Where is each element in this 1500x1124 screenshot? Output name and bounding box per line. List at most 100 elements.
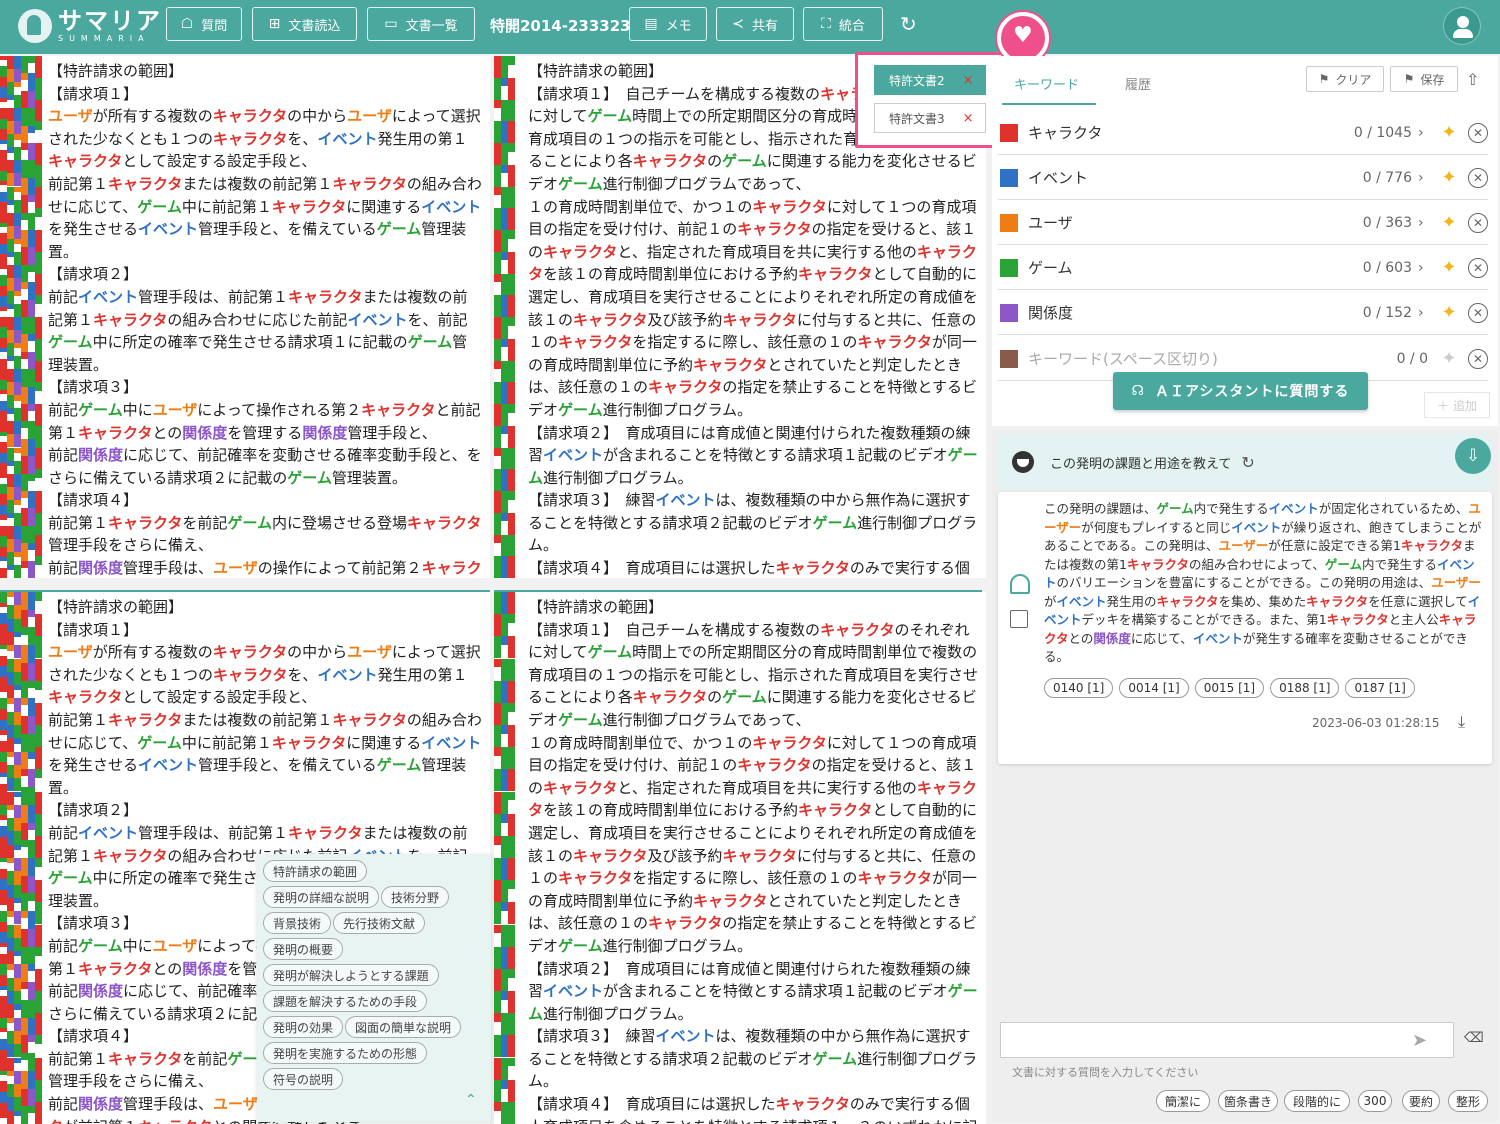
keyword-strip-segment[interactable] — [501, 991, 508, 1000]
keyword-strip-segment[interactable] — [14, 818, 21, 832]
keyword-strip-segment[interactable] — [21, 982, 28, 990]
keyword-strip-segment[interactable] — [508, 251, 515, 274]
document-list-button[interactable]: ▭ 文書一覧 — [367, 7, 475, 41]
keyword-strip-segment[interactable] — [494, 1079, 501, 1102]
keyword-strip-segment[interactable] — [28, 733, 35, 752]
keyword-strip-segment[interactable] — [28, 369, 35, 387]
keyword-strip-segment[interactable] — [501, 404, 508, 426]
keyword-strip-segment[interactable] — [28, 143, 35, 161]
sparkle-icon[interactable]: ✦ — [1434, 122, 1464, 143]
keyword-strip-segment[interactable] — [14, 618, 21, 632]
keyword-strip-segment[interactable] — [0, 783, 7, 795]
keyword-strip-segment[interactable] — [14, 108, 21, 122]
keyword-strip-segment[interactable] — [0, 1081, 7, 1093]
keyword-strip-segment[interactable] — [501, 491, 508, 513]
keyword-strip-segment[interactable] — [35, 902, 42, 925]
keyword-strip-segment[interactable] — [7, 1004, 14, 1018]
keyword-strip-segment[interactable] — [501, 56, 508, 78]
keyword-strip-segment[interactable] — [28, 946, 35, 965]
keyword-strip-segment[interactable] — [501, 813, 508, 823]
keyword-strip-segment[interactable] — [28, 1070, 35, 1089]
keyword-strip-segment[interactable] — [7, 1070, 14, 1077]
keyword-strip-segment[interactable] — [28, 543, 35, 551]
download-icon[interactable]: ⤓ — [1458, 712, 1465, 732]
keyword-strip-segment[interactable] — [28, 386, 35, 404]
keyword-strip-segment[interactable] — [494, 1035, 501, 1058]
keyword-strip-segment[interactable] — [14, 897, 21, 904]
keyword-strip-segment[interactable] — [7, 751, 14, 757]
keyword-strip-segment[interactable] — [28, 247, 35, 265]
keyword-strip-segment[interactable] — [7, 82, 14, 96]
keyword-strip-segment[interactable] — [28, 177, 35, 196]
keyword-strip-segment[interactable] — [0, 546, 7, 558]
keyword-strip-segment[interactable] — [508, 338, 515, 361]
keyword-strip-segment[interactable] — [7, 134, 14, 148]
keyword-strip-segment[interactable] — [501, 534, 508, 557]
keyword-strip-segment[interactable] — [494, 680, 501, 703]
keyword-strip-segment[interactable] — [35, 121, 42, 130]
keyword-strip-segment[interactable] — [14, 871, 21, 885]
keyword-strip-segment[interactable] — [494, 295, 501, 317]
keyword-strip-segment[interactable] — [0, 275, 7, 286]
keyword-strip-segment[interactable] — [494, 556, 501, 578]
keyword-strip-segment[interactable] — [0, 202, 7, 213]
keyword-strip-segment[interactable] — [508, 747, 515, 770]
keyword-strip-segment[interactable] — [0, 494, 7, 505]
keyword-strip-segment[interactable] — [0, 515, 7, 520]
keyword-strip-segment[interactable] — [35, 680, 42, 690]
keyword-strip-segment[interactable] — [494, 425, 501, 448]
section-chip[interactable]: 背景技術 — [263, 912, 332, 934]
keyword-strip-segment[interactable] — [21, 195, 28, 213]
section-chip[interactable]: 符号の説明 — [263, 1068, 344, 1090]
keyword-strip-segment[interactable] — [21, 317, 28, 335]
keyword-strip-segment[interactable] — [21, 456, 28, 474]
keyword-strip-segment[interactable] — [494, 902, 501, 925]
keyword-strip-segment[interactable] — [0, 212, 7, 224]
keyword-strip-segment[interactable] — [501, 1079, 508, 1089]
keyword-strip-segment[interactable] — [35, 251, 42, 274]
keyword-strip-segment[interactable] — [14, 592, 21, 606]
keyword-strip-segment[interactable] — [7, 1044, 14, 1058]
ai-assistant-button[interactable]: ☊ ＡＩアシスタントに質問する — [1113, 372, 1368, 410]
keyword-strip-segment[interactable] — [28, 999, 35, 1018]
keyword-strip-segment[interactable] — [0, 243, 7, 255]
section-chip[interactable]: 特許請求の範囲 — [263, 860, 368, 882]
keyword-strip-segment[interactable] — [508, 924, 515, 947]
keyword-strip-segment[interactable] — [7, 369, 14, 383]
keyword-strip-segment[interactable] — [508, 1079, 515, 1102]
keyword-strip-segment[interactable] — [494, 99, 501, 109]
upload-icon[interactable]: ⇧ — [1466, 70, 1479, 89]
keyword-strip-segment[interactable] — [494, 338, 501, 361]
keyword-strip-segment[interactable] — [21, 1017, 28, 1036]
keyword-strip-segment[interactable] — [494, 317, 501, 339]
keyword-strip-segment[interactable] — [21, 299, 28, 317]
keyword-strip-segment[interactable] — [494, 404, 501, 426]
keyword-strip-segment[interactable] — [0, 921, 7, 933]
keyword-strip-segment[interactable] — [508, 991, 515, 1014]
prompt-tag[interactable]: 簡潔に — [1156, 1090, 1210, 1112]
keyword-strip-segment[interactable] — [14, 1030, 21, 1045]
keyword-strip-segment[interactable] — [494, 273, 501, 283]
keyword-strip-segment[interactable] — [501, 273, 508, 296]
keyword-strip-segment[interactable] — [7, 69, 14, 83]
keyword-strip-segment[interactable] — [508, 273, 515, 296]
keyword-strip-segment[interactable] — [21, 108, 28, 126]
keyword-strip-segment[interactable] — [21, 334, 28, 352]
keyword-strip-segment[interactable] — [508, 186, 515, 209]
keyword-strip-segment[interactable] — [0, 794, 7, 805]
keyword-strip-segment[interactable] — [21, 716, 28, 734]
keyword-strip-segment[interactable] — [494, 614, 501, 637]
keyword-strip-segment[interactable] — [7, 147, 14, 153]
keyword-strip-segment[interactable] — [0, 1038, 7, 1050]
keyword-strip-segment[interactable] — [28, 351, 35, 370]
keyword-strip-segment[interactable] — [28, 317, 35, 335]
keyword-strip-segment[interactable] — [0, 879, 7, 890]
add-keyword-button[interactable]: ＋ 追加 — [1424, 392, 1490, 418]
keyword-strip-segment[interactable] — [0, 348, 7, 353]
keyword-strip-segment[interactable] — [494, 880, 501, 903]
keyword-strip-segment[interactable] — [494, 725, 501, 748]
keyword-strip-segment[interactable] — [0, 1092, 7, 1103]
keyword-strip-segment[interactable] — [508, 360, 515, 383]
keyword-strip-segment[interactable] — [7, 778, 14, 792]
keyword-strip-segment[interactable] — [0, 687, 7, 692]
